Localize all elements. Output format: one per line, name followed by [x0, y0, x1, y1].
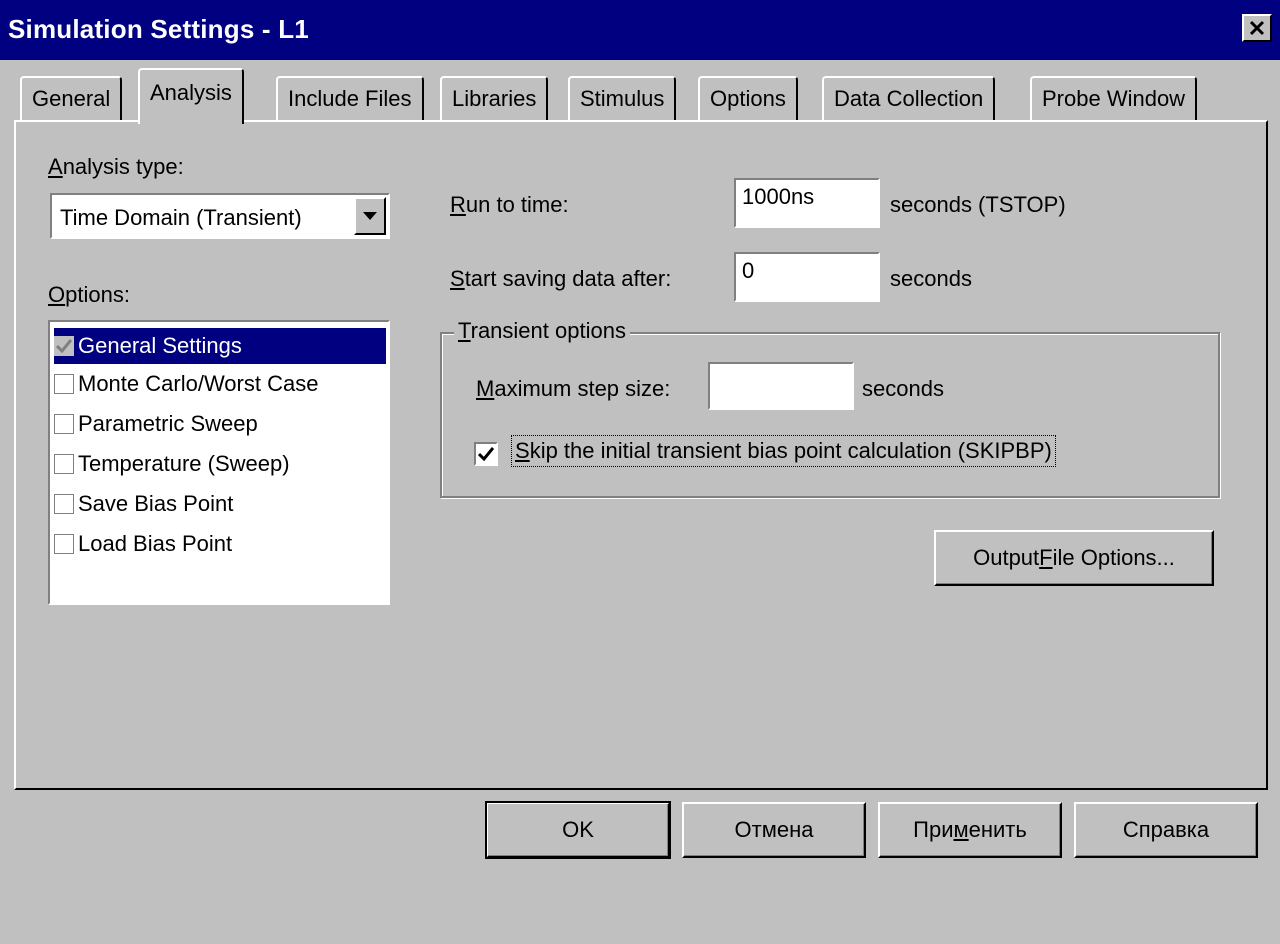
check-icon — [56, 339, 72, 353]
checkbox[interactable] — [54, 374, 74, 394]
options-label: Options: — [48, 282, 130, 307]
analysis-type-value: Time Domain (Transient) — [60, 205, 302, 230]
run-to-time-input[interactable]: 1000ns — [734, 178, 880, 228]
start-saving-input[interactable]: 0 — [734, 252, 880, 302]
run-to-time-unit: seconds (TSTOP) — [890, 192, 1066, 217]
skipbp-label[interactable]: Skip the initial transient bias point ca… — [511, 435, 1056, 467]
skipbp-checkbox[interactable] — [474, 442, 498, 466]
option-parametric-sweep[interactable]: Parametric Sweep — [54, 406, 386, 442]
checkbox[interactable] — [54, 336, 74, 356]
option-monte-carlo[interactable]: Monte Carlo/Worst Case — [54, 366, 386, 402]
options-list: General Settings Monte Carlo/Worst Case … — [48, 320, 390, 605]
output-file-options-button[interactable]: Output File Options... — [934, 530, 1214, 586]
transient-options-title: Transient options — [454, 318, 630, 344]
apply-button[interactable]: При м енить — [878, 802, 1062, 858]
max-step-unit: seconds — [862, 376, 944, 401]
start-saving-unit: seconds — [890, 266, 972, 291]
option-temperature-sweep[interactable]: Temperature (Sweep) — [54, 446, 386, 482]
dropdown-button[interactable] — [354, 197, 386, 235]
ok-button[interactable]: OK — [485, 801, 671, 859]
checkbox[interactable] — [54, 494, 74, 514]
chevron-down-icon — [363, 212, 377, 220]
analysis-type-label: Analysis type: — [48, 154, 184, 179]
option-save-bias-point[interactable]: Save Bias Point — [54, 486, 386, 522]
max-step-label: Maximum step size: — [476, 376, 671, 401]
start-saving-label: Start saving data after: — [450, 266, 672, 291]
cancel-button[interactable]: Отмена — [682, 802, 866, 858]
check-icon — [478, 447, 494, 461]
analysis-type-select[interactable]: Time Domain (Transient) — [50, 193, 390, 239]
option-load-bias-point[interactable]: Load Bias Point — [54, 526, 386, 562]
checkbox[interactable] — [54, 414, 74, 434]
transient-options-group — [440, 332, 1220, 498]
run-to-time-label: Run to time: — [450, 192, 569, 217]
max-step-input[interactable] — [708, 362, 854, 410]
help-button[interactable]: Справка — [1074, 802, 1258, 858]
checkbox[interactable] — [54, 454, 74, 474]
option-general-settings[interactable]: General Settings — [54, 328, 386, 364]
checkbox[interactable] — [54, 534, 74, 554]
